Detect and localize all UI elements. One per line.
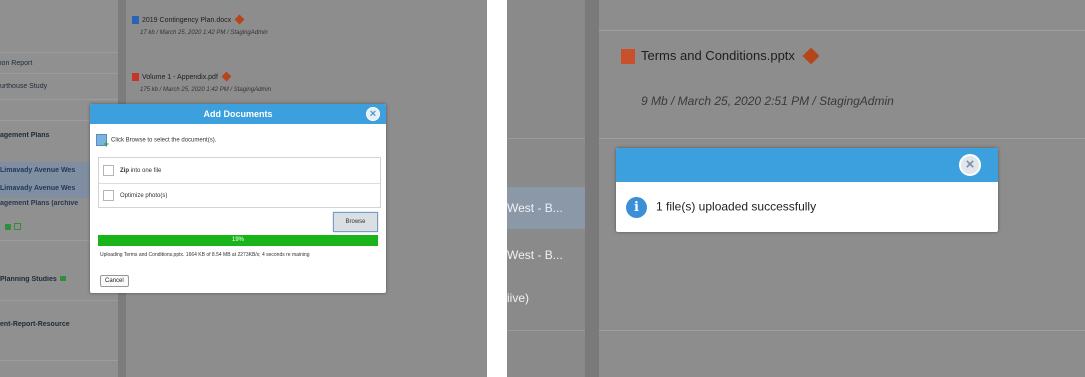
divider	[599, 138, 1085, 139]
close-icon[interactable]: ×	[366, 107, 380, 121]
pdf-doc-icon	[132, 73, 139, 81]
left-screenshot-panel: ion Report urthouse Study agement Plans …	[0, 0, 487, 377]
upload-options: Zip into one file Optimize photo(s)	[98, 157, 381, 208]
document-meta: 17 kb / March 25, 2020 1:42 PM / Staging…	[140, 30, 268, 36]
divider	[0, 52, 118, 53]
alert-message: i 1 file(s) uploaded successfully	[626, 197, 816, 218]
sidebar-item-label: ion Report	[0, 60, 33, 67]
divider	[507, 330, 585, 331]
progress-label: 19%	[231, 237, 244, 243]
divider	[0, 360, 118, 361]
add-document-icon	[96, 134, 109, 149]
sidebar-item-label: West - B...	[507, 248, 563, 262]
document-item[interactable]: Terms and Conditions.pptx	[621, 47, 820, 65]
warning-diamond-icon	[221, 71, 232, 81]
document-name[interactable]: 2019 Contingency Plan.docx	[142, 17, 231, 24]
close-icon[interactable]: ×	[959, 154, 981, 176]
sidebar-item-label: urthouse Study	[0, 83, 48, 90]
warning-diamond-icon	[234, 14, 245, 24]
divider	[99, 183, 380, 184]
document-item[interactable]: Volume 1 - Appendix.pdf 175 kb / March 2…	[132, 71, 272, 93]
zip-checkbox[interactable]	[103, 165, 114, 176]
divider	[599, 30, 1085, 31]
document-item[interactable]: 2019 Contingency Plan.docx 17 kb / March…	[132, 14, 268, 36]
optimize-option[interactable]: Optimize photo(s)	[103, 190, 167, 201]
divider	[599, 330, 1085, 331]
dialog-title: Add Documents	[203, 109, 273, 119]
sidebar-item-label: iive)	[507, 291, 530, 305]
upload-progress-bar: 19%	[98, 235, 378, 246]
warning-diamond-icon	[802, 47, 820, 65]
sidebar-item-label: Planning Studies	[0, 276, 57, 283]
document-name[interactable]: Terms and Conditions.pptx	[641, 48, 795, 63]
add-documents-dialog: Add Documents × Click Browse to select t…	[90, 104, 386, 293]
map-icon	[59, 276, 66, 281]
info-icon: i	[626, 197, 647, 218]
instruction-text: Click Browse to select the document(s).	[111, 137, 217, 144]
sidebar-item[interactable]: iive)	[507, 277, 585, 319]
alert-header: ×	[616, 148, 998, 182]
upload-success-alert: × i 1 file(s) uploaded successfully	[616, 148, 998, 232]
dialog-instruction: Click Browse to select the document(s).	[96, 134, 217, 149]
right-sidebar: West - B... West - B... iive)	[507, 0, 585, 377]
browse-button[interactable]: Browse	[333, 212, 378, 232]
right-screenshot-panel: West - B... West - B... iive) Terms and …	[507, 0, 1085, 377]
divider	[0, 300, 118, 301]
alert-text: 1 file(s) uploaded successfully	[656, 199, 817, 214]
divider	[0, 99, 118, 100]
zip-label-bold: Zip	[120, 168, 129, 175]
sidebar-item-label: Limavady Avenue Wes	[0, 185, 76, 192]
word-doc-icon	[132, 16, 139, 24]
powerpoint-doc-icon	[621, 49, 635, 65]
upload-status: Uploading Terms and Conditions.pptx. 166…	[100, 252, 310, 258]
divider	[507, 138, 585, 139]
zip-label: into one file	[129, 168, 162, 175]
sidebar-item[interactable]: ent-Report-Resource	[0, 321, 118, 328]
sidebar-item-label: agement Plans (archive	[0, 200, 79, 207]
map-icon	[5, 224, 11, 230]
optimize-checkbox[interactable]	[103, 190, 114, 201]
sidebar-item[interactable]: West - B...	[507, 187, 585, 229]
lock-icon	[14, 223, 21, 230]
sidebar-item[interactable]: urthouse Study	[0, 83, 118, 90]
zip-option[interactable]: Zip into one file	[103, 165, 161, 176]
dialog-title-bar: Add Documents ×	[90, 104, 386, 124]
sidebar-item-label: ent-Report-Resource	[0, 321, 70, 328]
document-meta: 175 kb / March 25, 2020 1:42 PM / Stagin…	[140, 87, 272, 93]
scrollbar[interactable]	[585, 0, 599, 377]
sidebar-item-label: Limavady Avenue Wes	[0, 167, 76, 174]
document-name[interactable]: Volume 1 - Appendix.pdf	[142, 74, 218, 81]
sidebar-item[interactable]: West - B...	[507, 234, 585, 276]
sidebar-item[interactable]: ion Report	[0, 60, 118, 67]
document-meta: 9 Mb / March 25, 2020 2:51 PM / StagingA…	[641, 94, 894, 108]
sidebar-item-label: West - B...	[507, 201, 563, 215]
sidebar-item-label: agement Plans	[0, 132, 50, 139]
cancel-button[interactable]: Cancel	[100, 275, 129, 287]
divider	[0, 73, 118, 74]
optimize-label: Optimize photo(s)	[120, 193, 168, 200]
